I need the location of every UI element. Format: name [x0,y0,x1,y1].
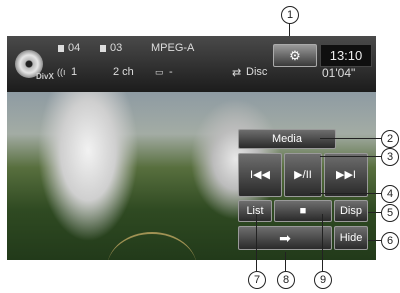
divx-label: DivX [36,72,54,81]
callout-2: 2 [381,130,399,148]
subtitle-indicator: - [169,66,173,78]
file-icon [100,45,106,52]
folder-icon [58,45,64,52]
repeat-mode: Disc [246,66,268,78]
callout-1: 1 [281,6,299,24]
callout-8: 8 [277,271,295,289]
callout-3-leader [320,156,381,157]
file-number: 03 [110,42,123,54]
callout-5: 5 [381,204,399,222]
callout-6-leader [368,240,381,241]
disp-button[interactable]: Disp [334,200,368,222]
callout-6: 6 [381,232,399,250]
elapsed-time: 01'04" [322,66,356,80]
audio-format: MPEG-A [151,42,195,54]
gear-icon: ⚙ [289,48,301,63]
play-pause-button[interactable]: ▶/II [284,153,322,197]
channel-count: 2 ch [113,66,134,78]
callout-2-leader [320,138,381,139]
next-track-button[interactable]: ▶▶I [324,153,368,197]
av-source-screen: DivX 04 03 MPEG-A ((ı 1 2 ch ▭ - ⇄ Disc … [7,36,376,260]
rainbow-decoration [107,232,197,260]
status-bar: DivX 04 03 MPEG-A ((ı 1 2 ch ▭ - ⇄ Disc … [7,36,376,92]
skip-button[interactable]: ➡ [238,226,332,250]
callout-7-leader [256,214,257,271]
list-button[interactable]: List [238,200,272,222]
callout-9: 9 [314,271,332,289]
callout-4: 4 [381,185,399,203]
callout-3: 3 [381,148,399,166]
subtitle-icon: ▭ [155,67,164,77]
clock: 13:10 [320,44,372,67]
audio-channel-number: 1 [71,66,78,78]
callout-8-leader [285,252,286,271]
callout-7: 7 [248,271,266,289]
stop-button[interactable]: ■ [274,200,332,222]
callout-5-leader [368,212,381,213]
media-button[interactable]: Media [238,129,336,149]
hide-button[interactable]: Hide [334,226,368,250]
prev-track-button[interactable]: I◀◀ [238,153,282,197]
callout-9-leader [322,214,323,271]
repeat-icon: ⇄ [232,67,242,79]
callout-4-leader [310,193,381,194]
audio-channel-icon: ((ı [57,67,66,77]
settings-button[interactable]: ⚙ [273,44,317,67]
folder-number: 04 [68,42,81,54]
